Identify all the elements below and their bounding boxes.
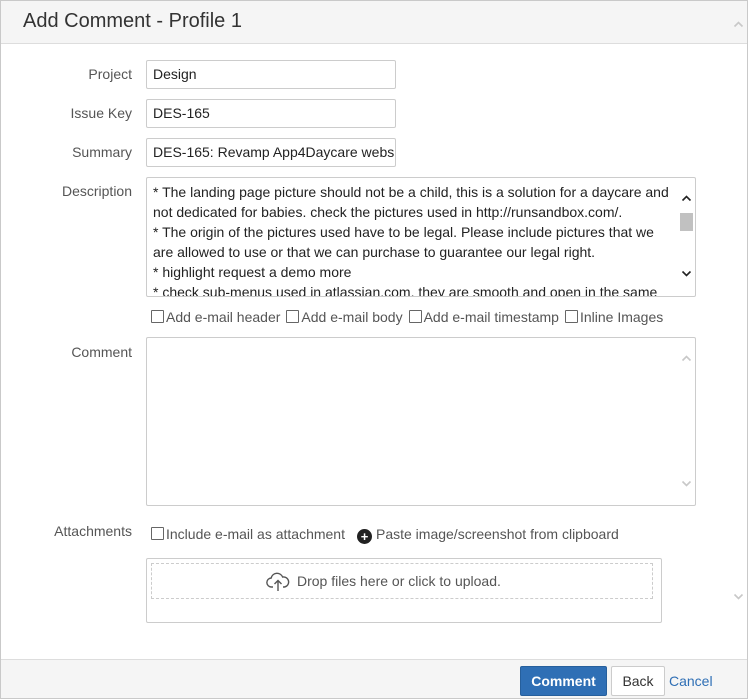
comment-label: Comment bbox=[71, 344, 132, 360]
scroll-down-icon[interactable] bbox=[733, 591, 744, 602]
checkbox-label: Inline Images bbox=[579, 309, 664, 325]
back-button[interactable]: Back bbox=[611, 666, 665, 696]
attachment-options-row: Include e-mail as attachment + Paste image… bbox=[151, 526, 625, 544]
cancel-link[interactable]: Cancel bbox=[669, 673, 713, 689]
add-comment-dialog: Add Comment - Profile 1 Project Design I… bbox=[0, 0, 748, 699]
description-scroll-thumb[interactable] bbox=[680, 213, 693, 231]
dialog-header: Add Comment - Profile 1 bbox=[1, 1, 747, 44]
checkbox-box[interactable] bbox=[151, 527, 164, 540]
scroll-up-icon[interactable] bbox=[681, 193, 692, 204]
comment-scrollbar[interactable] bbox=[678, 338, 695, 505]
scroll-down-icon[interactable] bbox=[681, 478, 692, 489]
scroll-up-icon[interactable] bbox=[681, 353, 692, 364]
summary-input[interactable]: DES-165: Revamp App4Daycare website bbox=[146, 138, 396, 167]
dialog-scrollbar[interactable] bbox=[730, 15, 747, 607]
paste-image-label: Paste image/screenshot from clipboard bbox=[375, 526, 619, 542]
dropzone-container: Drop files here or click to upload. bbox=[146, 558, 662, 623]
checkbox-label: Include e-mail as attachment bbox=[166, 526, 345, 542]
include-email-attachment-checkbox[interactable]: Include e-mail as attachment bbox=[151, 526, 345, 542]
description-label: Description bbox=[61, 183, 132, 199]
dialog-body: Project Design Issue Key DES-165 Summary… bbox=[1, 44, 747, 659]
checkbox-label: Add e-mail header bbox=[166, 309, 281, 325]
project-input[interactable]: Design bbox=[146, 60, 396, 89]
checkbox-box[interactable] bbox=[151, 310, 164, 323]
description-scrollbar[interactable] bbox=[678, 178, 695, 296]
issue-key-input[interactable]: DES-165 bbox=[146, 99, 396, 128]
dropzone-text: Drop files here or click to upload. bbox=[297, 573, 501, 589]
checkbox-box[interactable] bbox=[408, 310, 422, 323]
scroll-down-icon[interactable] bbox=[681, 268, 692, 279]
checkbox-box[interactable] bbox=[564, 310, 578, 323]
add-email-body-checkbox[interactable]: Add e-mail body bbox=[286, 309, 403, 325]
description-text: * The landing page picture should not be… bbox=[153, 184, 669, 297]
summary-label: Summary bbox=[72, 144, 132, 160]
comment-textarea[interactable] bbox=[146, 337, 696, 506]
dialog-title: Add Comment - Profile 1 bbox=[23, 10, 242, 32]
add-email-timestamp-checkbox[interactable]: Add e-mail timestamp bbox=[408, 309, 559, 325]
checkbox-label: Add e-mail body bbox=[301, 309, 403, 325]
description-textarea[interactable]: * The landing page picture should not be… bbox=[146, 177, 696, 297]
attachments-label: Attachments bbox=[54, 523, 132, 539]
checkbox-box[interactable] bbox=[286, 310, 300, 323]
dialog-footer: Comment Back Cancel bbox=[1, 659, 747, 698]
scroll-up-icon[interactable] bbox=[733, 19, 744, 30]
project-label: Project bbox=[88, 66, 132, 82]
paste-image-button[interactable]: + Paste image/screenshot from clipboard bbox=[356, 526, 619, 544]
cloud-upload-icon bbox=[266, 571, 290, 593]
inline-images-checkbox[interactable]: Inline Images bbox=[564, 309, 664, 325]
issue-key-label: Issue Key bbox=[70, 105, 132, 121]
email-options-row: Add e-mail header Add e-mail body Add e-ma… bbox=[151, 309, 669, 325]
file-dropzone[interactable]: Drop files here or click to upload. bbox=[151, 563, 653, 599]
comment-button[interactable]: Comment bbox=[520, 666, 607, 696]
add-email-header-checkbox[interactable]: Add e-mail header bbox=[151, 309, 280, 325]
plus-circle-icon: + bbox=[356, 529, 372, 544]
checkbox-label: Add e-mail timestamp bbox=[423, 309, 559, 325]
